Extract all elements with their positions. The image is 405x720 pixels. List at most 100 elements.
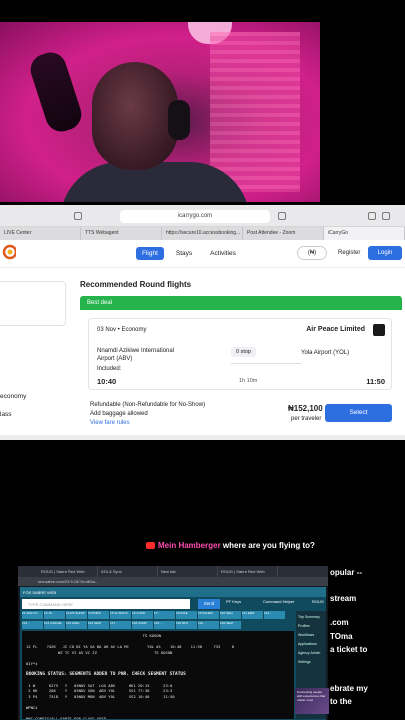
side-panel-item[interactable]: Settings [298, 658, 324, 667]
depart-time: 10:40 [97, 377, 117, 386]
sabre-tab-1[interactable]: ROUG | Sabre Red Web [38, 566, 98, 577]
function-key[interactable]: F2 JS [44, 611, 65, 619]
chat-text: where are you flying to? [222, 541, 315, 550]
destination-airport: Yola Airport (YOL) [301, 350, 350, 356]
chat-message: Mein Hamberger where are you flying to? [146, 540, 405, 552]
baggage-info: Add baggage allowed [90, 411, 148, 417]
function-key[interactable]: F1 SIGN IN [22, 611, 43, 619]
stops-badge: 0 stop [231, 347, 256, 357]
side-panel-item[interactable]: Workflows [298, 631, 324, 640]
sabre-app: FOS SABRE WEB TYPE COMMAND HERE Send PF … [20, 587, 326, 720]
function-key[interactable]: F6 CURR [132, 611, 153, 619]
function-key[interactable]: F20 RFS [176, 620, 197, 629]
nav-stays[interactable]: Stays [170, 247, 198, 260]
function-key[interactable]: F13 ... [22, 620, 43, 629]
shield-icon[interactable] [74, 212, 82, 220]
side-panel-item[interactable]: Applications [298, 640, 324, 649]
function-key[interactable]: F8 AVAIL [176, 611, 197, 619]
side-panel-item[interactable]: Agency Admin [298, 649, 324, 658]
youtube-icon [146, 542, 155, 550]
refund-policy: Refundable (Non-Refundable for No-Show) [90, 402, 206, 408]
function-key[interactable]: F21 ... [198, 620, 219, 629]
function-key[interactable]: F7 ... [154, 611, 175, 619]
select-button[interactable]: Select [325, 404, 392, 422]
streamer-head [92, 62, 178, 170]
function-key[interactable]: F19 ... [154, 620, 175, 629]
command-helper-button[interactable]: Command Helper [263, 599, 294, 604]
flight-card[interactable]: 03 Nov • Economy Air Peace Limited Nnamd… [88, 318, 392, 390]
share-icon[interactable] [368, 212, 376, 220]
function-key[interactable]: F15 AVAIL [66, 620, 87, 629]
function-key[interactable]: F14 CANCEL [44, 620, 65, 629]
window-blind [210, 32, 300, 192]
function-key[interactable]: F10 SELL [220, 611, 241, 619]
filter-class[interactable]: lass [0, 411, 12, 418]
best-deal-badge: Best deal [80, 296, 402, 310]
main-nav: Flight Stays Activities [136, 247, 242, 260]
flight-date: 03 Nov • Economy [97, 327, 147, 333]
route-line [231, 363, 301, 364]
new-tab-icon[interactable] [382, 212, 390, 220]
tab-bar: LIVE Center TTS Webagent https://secure1… [0, 227, 405, 240]
function-key[interactable]: F17 ... [110, 620, 131, 629]
currency-select[interactable]: (₦) [297, 246, 327, 260]
function-key[interactable]: F16 SEAT [88, 620, 109, 629]
fare-rules-link[interactable]: View fare rules [90, 420, 130, 426]
sabre-tab-4[interactable]: ROUG | Sabre Red Web [218, 566, 278, 577]
rough-label: ROUG [312, 599, 324, 604]
tab-tts-webagent[interactable]: TTS Webagent [81, 227, 162, 240]
nav-activities[interactable]: Activities [204, 247, 242, 260]
sabre-tab-2[interactable]: ATA & Sync [98, 566, 158, 577]
sabre-header: FOS SABRE WEB [20, 587, 326, 597]
function-key[interactable]: F5 GL BOOK [110, 611, 131, 619]
reload-icon[interactable] [278, 212, 286, 220]
function-keys: F1 SIGN IN F2 JS F3 RS SHOW F4 PNRS F5 GL BO… [22, 611, 292, 629]
overflow-text-3: .com [330, 618, 349, 627]
function-key[interactable]: F12 ... [264, 611, 285, 619]
command-input[interactable]: TYPE COMMAND HERE [22, 599, 190, 609]
function-key[interactable]: F18 CURR [132, 620, 153, 629]
overflow-text-2: stream [330, 594, 357, 603]
tab-icarrygo[interactable]: iCarryGo [324, 227, 405, 240]
function-key[interactable]: F11 EMR [242, 611, 263, 619]
url-field[interactable]: icarrygo.com [120, 210, 270, 223]
browser-window: icarrygo.com LIVE Center TTS Webagent ht… [0, 205, 405, 440]
microphone [26, 48, 86, 136]
chat-username: Mein Hamberger [158, 541, 221, 550]
overflow-text-4: TOma [330, 632, 353, 641]
send-button[interactable]: Send [198, 599, 220, 609]
function-key[interactable]: F3 RS SHOW [66, 611, 87, 619]
site-header: Flight Stays Activities (₦) Register Log… [0, 240, 405, 268]
origin-airport: Nnamdi Azikiwe International Airport (AB… [97, 348, 175, 362]
overflow-text-5: a ticket to [330, 645, 368, 654]
overflow-text-7: to the [330, 697, 352, 706]
side-panel-item[interactable]: Profiles [298, 622, 324, 631]
sabre-screenshot: ROUG | Sabre Red Web ATA & Sync New tab … [18, 566, 328, 720]
address-bar: icarrygo.com [0, 205, 405, 227]
filter-economy[interactable]: economy [0, 393, 26, 400]
pf-keys-button[interactable]: PF Keys [226, 599, 241, 604]
register-link[interactable]: Register [338, 250, 360, 256]
nav-flight[interactable]: Flight [136, 247, 164, 260]
tab-zoom[interactable]: Post Attendee - Zoom [243, 227, 324, 240]
function-key[interactable]: F9 SCHED [198, 611, 219, 619]
tab-live-center[interactable]: LIVE Center [0, 227, 81, 240]
terminal-line: NNC-CONFIG/ALL FARTS FOR CLASS USED. [26, 715, 109, 720]
overflow-text-6: ebrate my [330, 684, 368, 693]
price-per-label: per traveler [291, 416, 322, 422]
side-panel-item[interactable]: Trip Summary [298, 613, 324, 622]
flight-duration: 1h 10m [239, 378, 258, 384]
headset [168, 100, 190, 140]
sabre-url[interactable]: srw.sabre.com/23.9.15/?in=8f4a... [18, 577, 328, 586]
tab-secure-booking[interactable]: https://secure10.accessbooking... [162, 227, 243, 240]
results-title: Recommended Round flights [80, 280, 192, 289]
sabre-tab-bar: ROUG | Sabre Red Web ATA & Sync New tab … [18, 566, 328, 577]
overflow-text-1: opular -- [330, 568, 362, 577]
ad-thumbnail[interactable]: Connecting people with experiences that … [295, 688, 329, 714]
login-button[interactable]: Login [368, 246, 402, 260]
arrive-time: 11:50 [366, 377, 385, 386]
function-key[interactable]: F4 PNRS [88, 611, 109, 619]
function-key[interactable]: F22 SEAT [220, 620, 241, 629]
icarrygo-logo-icon[interactable] [2, 244, 16, 260]
sabre-tab-3[interactable]: New tab [158, 566, 218, 577]
